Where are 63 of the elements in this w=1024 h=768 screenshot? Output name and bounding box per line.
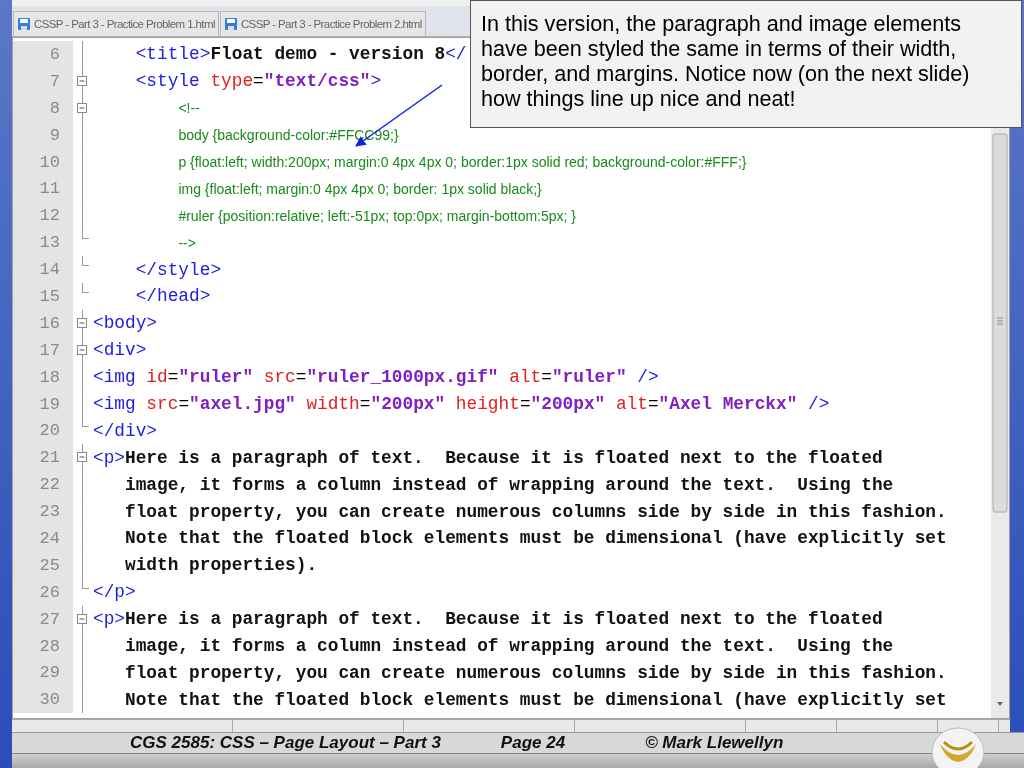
- line-number: 13: [13, 229, 73, 257]
- code-line: Note that the floated block elements must be dimensional (have explicitly set: [124, 528, 947, 549]
- line-number: 6: [13, 41, 73, 68]
- code-line: p {float:left; width:200px; margin:0 4px 4px 0; border:1px solid red; background-color:#FFF;}: [177, 153, 747, 172]
- callout-note: In this version, the paragraph and image elements have been styled the same in terms of their width, border, and margins. Notice now (on the next slide) how things line up nice and neat!: [470, 0, 1022, 128]
- line-number: 21: [13, 444, 73, 472]
- code-line: float property, you can create numerous columns side by side in this fashion.: [124, 662, 947, 683]
- author-credit: © Mark Llewellyn: [645, 733, 784, 753]
- line-number: 19: [13, 390, 73, 418]
- line-number: 12: [13, 202, 73, 230]
- code-line: <title>Float demo - version 8</: [134, 44, 467, 65]
- line-number: 14: [13, 256, 73, 283]
- code-line: <body>: [92, 313, 158, 334]
- fold-guide-line: [81, 283, 89, 293]
- code-line: img {float:left; margin:0 4px 4px 0; border: 1px solid black;}: [177, 179, 542, 199]
- code-line: float property, you can create numerous columns side by side in this fashion.: [124, 501, 947, 522]
- code-line: width properties).: [124, 555, 318, 576]
- fold-toggle-icon: [77, 344, 87, 355]
- code-line: <style type="text/css">: [134, 71, 382, 92]
- code-line: image, it forms a column instead of wrapping around the text. Using the: [124, 474, 894, 495]
- code-line: <div>: [92, 340, 147, 361]
- line-number: 18: [13, 363, 73, 391]
- course-title: CGS 2585: CSS – Page Layout – Part 3: [130, 733, 441, 753]
- fold-toggle-icon: [77, 102, 87, 113]
- code-line: </head>: [134, 286, 211, 307]
- fold-toggle-icon: [77, 75, 87, 86]
- line-number: 25: [13, 551, 73, 579]
- code-line: </p>: [92, 582, 136, 603]
- fold-toggle-icon: [77, 452, 87, 463]
- file-tab[interactable]: CSSP - Part 3 - Practice Problem 1.html: [13, 11, 219, 36]
- file-tab[interactable]: CSSP - Part 3 - Practice Problem 2.html: [219, 11, 426, 36]
- line-number: 7: [13, 67, 73, 95]
- fold-guide-line: [81, 256, 89, 267]
- line-number: 11: [13, 175, 73, 203]
- code-line: Note that the floated block elements must be dimensional (have explicitly set: [124, 689, 947, 710]
- line-number: 17: [13, 336, 73, 364]
- code-line: <img id="ruler" src="ruler_1000px.gif" alt="ruler" />: [92, 367, 659, 388]
- line-number: 27: [13, 605, 73, 633]
- code-line: image, it forms a column instead of wrapping around the text. Using the: [124, 636, 894, 657]
- line-number: 29: [13, 659, 73, 687]
- line-number: 20: [13, 417, 73, 445]
- line-number: 23: [13, 498, 73, 526]
- code-line: <p>Here is a paragraph of text. Because it is floated next to the floated: [92, 447, 883, 468]
- line-number: 15: [13, 283, 73, 310]
- line-number: 26: [13, 578, 73, 606]
- fold-toggle-icon: [77, 317, 87, 328]
- line-number: 9: [13, 121, 73, 149]
- line-number: 30: [13, 686, 73, 714]
- code-line: -->: [177, 233, 196, 253]
- code-line: </div>: [92, 420, 158, 441]
- fold-toggle-icon: [77, 613, 87, 624]
- code-line: <p>Here is a paragraph of text. Because it is floated next to the floated: [92, 609, 883, 630]
- page-number: Page 24: [500, 733, 566, 753]
- line-number: 8: [13, 94, 73, 122]
- code-line: </style>: [134, 259, 222, 280]
- line-number: 28: [13, 632, 73, 660]
- line-number: 16: [13, 309, 73, 337]
- code-line: #ruler {position:relative; left:-51px; top:0px; margin-bottom:5px; }: [177, 206, 577, 226]
- line-number: 10: [13, 148, 73, 176]
- line-number: 22: [13, 471, 73, 499]
- code-line: <!--: [177, 99, 200, 119]
- code-line: <img src="axel.jpg" width="200px" height="200px" alt="Axel Merckx" />: [92, 394, 830, 414]
- line-number: 24: [13, 525, 73, 552]
